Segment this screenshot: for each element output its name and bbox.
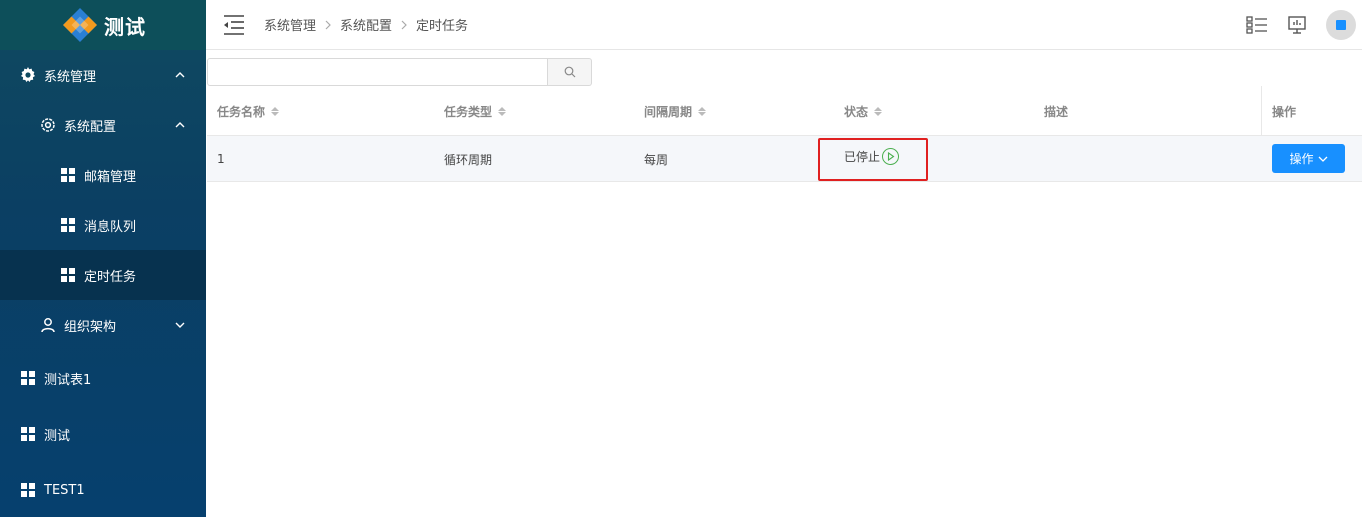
search-icon [564, 66, 575, 78]
sort-icon[interactable] [874, 106, 883, 116]
app-root: 测试 系统管理 系统配置 邮箱管理 消息队列 定时任务 组织架构 测试表1 测试… [0, 0, 1362, 517]
list-view-icon[interactable] [1246, 14, 1268, 36]
column-header-actions: 操作 [1272, 86, 1296, 136]
column-header-description: 描述 [1044, 86, 1068, 136]
chevron-down-icon [1318, 156, 1327, 162]
grid-icon [60, 217, 76, 233]
header: 系统管理 系统配置 定时任务 [206, 0, 1362, 50]
breadcrumb: 系统管理 系统配置 定时任务 [264, 15, 468, 34]
monitor-icon[interactable] [1286, 14, 1308, 36]
avatar-icon [1336, 20, 1346, 30]
settings-icon [40, 117, 56, 133]
grid-icon [60, 267, 76, 283]
chevron-right-icon [324, 20, 332, 30]
sidebar-item-label: 测试 [44, 428, 71, 444]
search-button[interactable] [548, 58, 592, 86]
column-header-task-type[interactable]: 任务类型 [444, 86, 507, 136]
sidebar-item-label: 系统管理 [44, 69, 97, 85]
column-header-label: 操作 [1272, 104, 1297, 119]
sort-icon[interactable] [498, 106, 507, 116]
sidebar-item-label: 测试表1 [44, 372, 92, 388]
actions-dropdown-button[interactable]: 操作 [1272, 144, 1345, 173]
column-header-label: 任务名称 [217, 104, 266, 119]
chevron-up-icon [174, 69, 186, 81]
table-row[interactable]: 1 循环周期 每周 已停止 操作 [207, 136, 1362, 182]
sidebar-item-label: 定时任务 [84, 269, 137, 285]
column-header-interval[interactable]: 间隔周期 [644, 86, 707, 136]
sidebar-item-system-management[interactable]: 系统管理 [0, 50, 206, 100]
logo-icon [60, 5, 100, 45]
sidebar-item-label: 组织架构 [64, 319, 117, 335]
sort-icon[interactable] [271, 106, 280, 116]
column-header-label: 状态 [844, 104, 869, 119]
cell-status: 已停止 [844, 148, 900, 165]
menu-collapse-button[interactable] [220, 11, 248, 39]
column-header-status[interactable]: 状态 [844, 86, 883, 136]
sidebar-item-scheduled-tasks[interactable]: 定时任务 [0, 250, 206, 300]
sidebar-item-organization[interactable]: 组织架构 [0, 300, 206, 350]
breadcrumb-item[interactable]: 系统管理 [264, 15, 316, 34]
breadcrumb-item[interactable]: 系统配置 [340, 15, 392, 34]
search-input[interactable] [207, 58, 548, 86]
cell-interval: 每周 [644, 152, 669, 167]
sidebar-item-system-config[interactable]: 系统配置 [0, 100, 206, 150]
grid-icon [20, 426, 36, 442]
column-header-label: 间隔周期 [644, 104, 693, 119]
header-actions [1246, 10, 1356, 40]
menu-fold-icon [224, 14, 244, 35]
table-header: 任务名称 任务类型 间隔周期 状态 描述 操作 [207, 86, 1362, 136]
sidebar: 测试 系统管理 系统配置 邮箱管理 消息队列 定时任务 组织架构 测试表1 测试… [0, 0, 206, 517]
user-icon [40, 317, 56, 333]
sidebar-item-mailbox[interactable]: 邮箱管理 [0, 150, 206, 200]
breadcrumb-item-current: 定时任务 [416, 19, 469, 34]
sidebar-item-message-queue[interactable]: 消息队列 [0, 200, 206, 250]
sidebar-item-label: TEST1 [44, 482, 85, 498]
status-text: 已停止 [844, 150, 881, 164]
grid-icon [20, 370, 36, 386]
chevron-down-icon [174, 319, 186, 331]
column-divider [1261, 86, 1262, 136]
sidebar-item-label: 邮箱管理 [84, 169, 137, 185]
sidebar-item-label: 消息队列 [84, 219, 137, 235]
sidebar-item-test1[interactable]: TEST1 [0, 465, 206, 515]
chevron-right-icon [400, 20, 408, 30]
avatar[interactable] [1326, 10, 1356, 40]
sidebar-item-test-table-1[interactable]: 测试表1 [0, 353, 206, 403]
cell-task-type: 循环周期 [444, 152, 493, 167]
sidebar-item-label: 系统配置 [64, 119, 117, 135]
play-icon[interactable] [882, 148, 900, 165]
logo-text: 测试 [104, 14, 146, 39]
sort-icon[interactable] [698, 106, 707, 116]
logo: 测试 [0, 0, 206, 50]
grid-icon [60, 167, 76, 183]
column-header-label: 描述 [1044, 104, 1069, 119]
column-header-label: 任务类型 [444, 104, 493, 119]
column-header-task-name[interactable]: 任务名称 [217, 86, 280, 136]
search-bar [207, 58, 592, 86]
sidebar-item-test[interactable]: 测试 [0, 409, 206, 459]
actions-button-label: 操作 [1289, 152, 1314, 166]
grid-icon [20, 482, 36, 498]
cell-task-name: 1 [217, 152, 225, 166]
task-table: 任务名称 任务类型 间隔周期 状态 描述 操作 1 循环周期 每周 已停止 操作 [207, 86, 1362, 182]
gear-icon [20, 67, 36, 83]
chevron-up-icon [174, 119, 186, 131]
